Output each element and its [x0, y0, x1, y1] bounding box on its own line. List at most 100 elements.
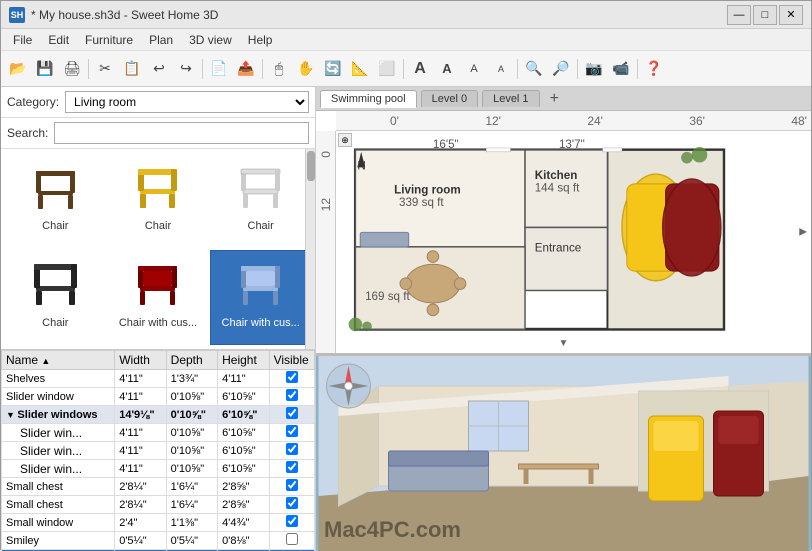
tab-add-button[interactable]: +: [544, 88, 565, 110]
furniture-item-chair2[interactable]: Chair: [108, 153, 209, 248]
visible-checkbox[interactable]: [286, 407, 298, 419]
col-header-width[interactable]: Width: [115, 351, 166, 370]
menu-help[interactable]: Help: [240, 31, 281, 49]
table-row[interactable]: Small chest2'8¼"1'6¼"2'8⅝": [2, 478, 315, 496]
cell-name: Slider win...: [2, 424, 115, 442]
visible-checkbox[interactable]: [286, 461, 298, 473]
floor-plan-view[interactable]: 0'12'24'36'48' 0 12: [316, 111, 811, 356]
table-row[interactable]: Small window2'4"1'1⅜"4'4¾": [2, 514, 315, 532]
menu-edit[interactable]: Edit: [40, 31, 77, 49]
cell-visible: [269, 478, 314, 496]
col-header-depth[interactable]: Depth: [166, 351, 217, 370]
cell-visible: [269, 514, 314, 532]
tb-zoom-out[interactable]: 🔎: [548, 56, 574, 82]
svg-text:Entrance: Entrance: [535, 242, 582, 255]
category-select[interactable]: Living room: [65, 91, 309, 113]
cell-visible: [269, 406, 314, 424]
menu-plan[interactable]: Plan: [141, 31, 181, 49]
close-button[interactable]: ✕: [779, 5, 803, 25]
furniture-item-chair4[interactable]: Chair: [5, 250, 106, 345]
tabs-bar: Swimming pool Level 0 Level 1 +: [316, 87, 811, 111]
search-input[interactable]: [54, 122, 309, 144]
table-row[interactable]: Smiley0'5¼"0'5¼"0'8⅛": [2, 532, 315, 550]
table-row[interactable]: Slider win...4'11"0'10⅝"6'10⅝": [2, 424, 315, 442]
cell-width: 4'11": [115, 388, 166, 406]
furniture-item-chair-cus1[interactable]: Chair with cus...: [108, 250, 209, 345]
chair2-icon: [128, 158, 188, 218]
visible-checkbox[interactable]: [286, 443, 298, 455]
col-header-height[interactable]: Height: [218, 351, 269, 370]
visible-checkbox[interactable]: [286, 389, 298, 401]
table-row[interactable]: Slider win...4'11"0'10⅝"6'10⅝": [2, 460, 315, 478]
visible-checkbox[interactable]: [286, 371, 298, 383]
cell-visible: [269, 442, 314, 460]
cell-depth: 0'10⅝": [166, 424, 217, 442]
col-header-visible[interactable]: Visible: [269, 351, 314, 370]
plan-scroll-right[interactable]: ▶: [799, 227, 807, 238]
col-header-name[interactable]: Name ▲: [2, 351, 115, 370]
furniture-item-chair-cus2[interactable]: Chair with cus...: [210, 250, 311, 345]
tb-cut[interactable]: ✂: [92, 56, 118, 82]
visible-checkbox[interactable]: [286, 497, 298, 509]
table-row[interactable]: Slider win...4'11"0'10⅝"6'10⅝": [2, 442, 315, 460]
3d-view[interactable]: Mac4PC.com: [316, 356, 811, 551]
maximize-button[interactable]: □: [753, 5, 777, 25]
cell-height: 0'8⅛": [218, 532, 269, 550]
ruler-top: 0'12'24'36'48': [336, 111, 811, 131]
tab-level0[interactable]: Level 0: [421, 90, 478, 107]
tb-pan[interactable]: ✋: [293, 56, 319, 82]
tb-zoom-in[interactable]: 🔍: [521, 56, 547, 82]
visible-checkbox[interactable]: [286, 515, 298, 527]
furniture-item-chair3[interactable]: Chair: [210, 153, 311, 248]
furniture-item-chair1[interactable]: Chair: [5, 153, 106, 248]
tb-text-small[interactable]: A: [461, 56, 487, 82]
tb-text-xs[interactable]: A: [488, 56, 514, 82]
menu-3dview[interactable]: 3D view: [181, 31, 240, 49]
cell-visible: [269, 496, 314, 514]
table-row[interactable]: Slider window4'11"0'10⅝"6'10⅝": [2, 388, 315, 406]
cell-name: Small chest: [2, 496, 115, 514]
cell-visible: [269, 460, 314, 478]
cell-height: 2'8⅝": [218, 496, 269, 514]
table-row[interactable]: Small chest2'8¼"1'6¼"2'8⅝": [2, 496, 315, 514]
cell-width: 2'8¼": [115, 496, 166, 514]
furniture-scrollbar[interactable]: [305, 149, 315, 349]
tab-swimming-pool[interactable]: Swimming pool: [320, 90, 417, 108]
cell-name: Shelves: [2, 370, 115, 388]
tb-room[interactable]: ⬜: [374, 56, 400, 82]
cell-name: Slider win...: [2, 442, 115, 460]
tb-rotate[interactable]: 🔄: [320, 56, 346, 82]
tb-copy[interactable]: 📋: [119, 56, 145, 82]
plan-compass[interactable]: ⊕: [338, 133, 352, 147]
window-title: * My house.sh3d - Sweet Home 3D: [31, 8, 218, 22]
plan-scroll-down[interactable]: ▼: [559, 338, 569, 349]
tb-camera2[interactable]: 📹: [608, 56, 634, 82]
menu-file[interactable]: File: [5, 31, 40, 49]
menu-furniture[interactable]: Furniture: [77, 31, 141, 49]
tb-undo[interactable]: ↩: [146, 56, 172, 82]
category-label: Category:: [7, 95, 59, 109]
tb-text-medium[interactable]: A: [434, 56, 460, 82]
tb-select[interactable]: 🖱: [266, 56, 292, 82]
svg-text:169 sq ft: 169 sq ft: [365, 290, 410, 303]
minimize-button[interactable]: —: [727, 5, 751, 25]
tb-help[interactable]: ❓: [641, 56, 667, 82]
table-row[interactable]: Shelves4'11"1'3¾"4'11": [2, 370, 315, 388]
visible-checkbox[interactable]: [286, 479, 298, 491]
visible-checkbox[interactable]: [286, 533, 298, 545]
tb-text-large[interactable]: A: [407, 56, 433, 82]
visible-checkbox[interactable]: [286, 425, 298, 437]
tb-draw-wall[interactable]: 📐: [347, 56, 373, 82]
table-row[interactable]: ▼ Slider windows14'9⅛"0'10⅝"6'10⅝": [2, 406, 315, 424]
tb-paste[interactable]: 📄: [206, 56, 232, 82]
cell-width: 4'11": [115, 424, 166, 442]
tb-save[interactable]: 💾: [32, 56, 58, 82]
tab-level1[interactable]: Level 1: [482, 90, 539, 107]
tb-print[interactable]: 🖨: [59, 56, 85, 82]
tb-import[interactable]: 📤: [233, 56, 259, 82]
cell-height: 6'10⅝": [218, 406, 269, 424]
tb-camera[interactable]: 📷: [581, 56, 607, 82]
tb-redo[interactable]: ↪: [173, 56, 199, 82]
tb-new[interactable]: 📂: [5, 56, 31, 82]
main-layout: Category: Living room Search:: [1, 87, 811, 551]
